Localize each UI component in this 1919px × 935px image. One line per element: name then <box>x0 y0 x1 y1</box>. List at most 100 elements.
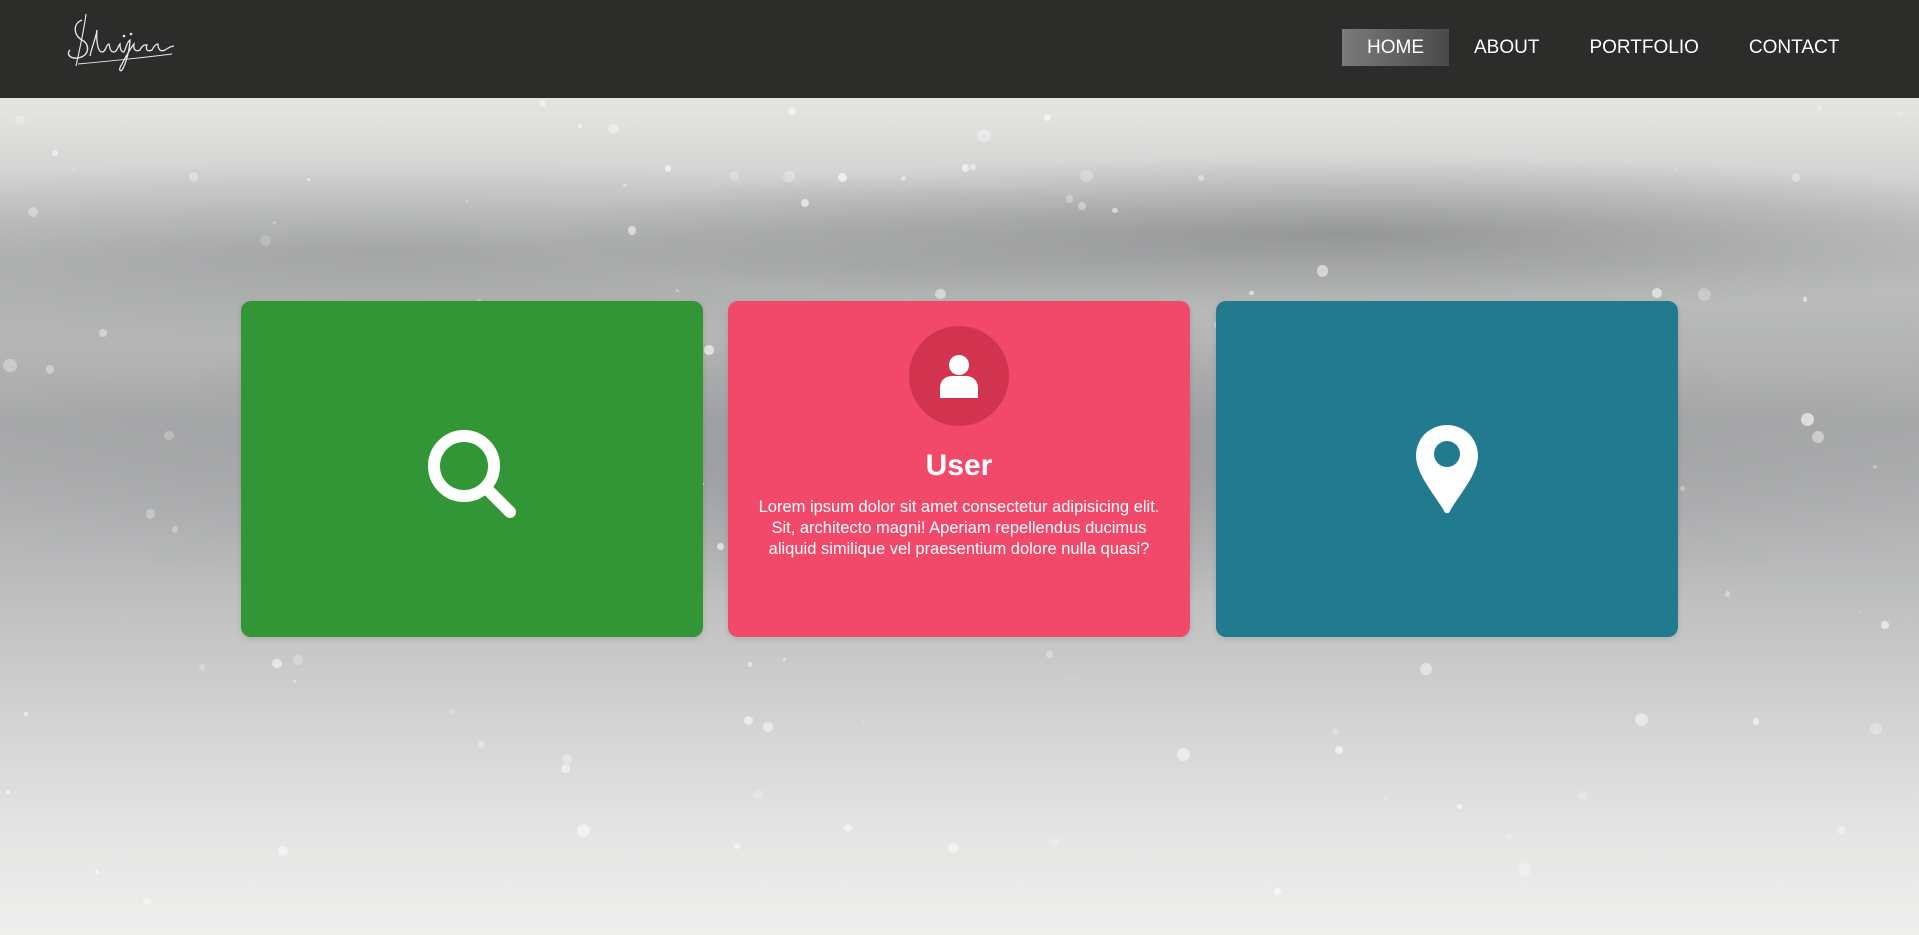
snow-sparkle <box>1051 838 1059 846</box>
snow-sparkle <box>733 842 740 849</box>
snow-sparkle <box>900 175 906 181</box>
snow-sparkle <box>577 124 582 129</box>
snow-sparkle <box>449 709 455 715</box>
snow-sparkle <box>5 790 10 795</box>
snow-sparkle <box>1065 194 1074 203</box>
snow-sparkle <box>1634 712 1648 726</box>
snow-sparkle <box>1870 723 1883 736</box>
snow-sparkle <box>561 764 570 773</box>
snow-sparkle <box>95 870 100 875</box>
snow-sparkle <box>1274 887 1282 896</box>
snow-sparkle <box>171 526 179 533</box>
snow-sparkle <box>477 740 486 749</box>
snow-sparkle <box>1724 591 1731 597</box>
card-description: Lorem ipsum dolor sit amet consectetur a… <box>758 498 1160 558</box>
snow-sparkle <box>977 128 991 143</box>
snow-sparkle <box>1872 465 1877 470</box>
snow-sparkle <box>704 344 714 355</box>
snow-sparkle <box>3 358 17 373</box>
snow-sparkle <box>1837 826 1845 834</box>
snow-sparkle <box>623 183 627 187</box>
snow-sparkle <box>1496 912 1499 916</box>
snow-sparkle <box>1791 173 1801 182</box>
snow-sparkle <box>743 715 754 726</box>
snow-sparkle <box>716 542 724 550</box>
snow-sparkle <box>1112 208 1118 214</box>
snow-sparkle <box>1176 747 1190 761</box>
location-card[interactable] <box>1216 301 1678 637</box>
snow-sparkle <box>1674 167 1677 171</box>
snow-sparkle <box>1249 290 1254 296</box>
snow-sparkle <box>1652 288 1663 299</box>
avatar <box>909 326 1009 426</box>
snow-sparkle <box>1897 111 1903 118</box>
snow-sparkle <box>1679 485 1685 491</box>
snow-sparkle <box>782 170 795 183</box>
script-signature-logo-icon <box>67 13 175 72</box>
card-title: User <box>925 449 993 482</box>
snow-sparkle <box>1697 287 1712 302</box>
snow-sparkle <box>838 173 848 183</box>
snow-sparkle <box>1817 105 1823 111</box>
snow-sparkle <box>71 167 76 172</box>
snow-sparkle <box>292 655 303 665</box>
snow-sparkle <box>259 234 272 247</box>
site-logo[interactable] <box>60 8 180 78</box>
snow-sparkle <box>627 225 637 235</box>
main-nav: HOME ABOUT PORTFOLIO CONTACT <box>1342 29 1864 66</box>
nav-item-contact[interactable]: CONTACT <box>1724 29 1864 66</box>
snow-sparkle <box>1331 727 1339 736</box>
snow-sparkle <box>188 172 199 182</box>
snow-sparkle <box>665 165 672 172</box>
snow-sparkle <box>466 200 469 203</box>
snow-sparkle <box>1419 663 1432 676</box>
snow-sparkle <box>844 883 848 888</box>
snow-sparkle <box>1517 863 1532 877</box>
snow-sparkle <box>1071 678 1074 682</box>
snow-sparkle <box>962 164 970 172</box>
snow-sparkle <box>947 843 958 854</box>
snow-sparkle <box>145 508 156 519</box>
snow-sparkle <box>969 164 976 171</box>
snow-sparkle <box>1812 430 1825 444</box>
snow-sparkle <box>1079 169 1093 183</box>
site-header: HOME ABOUT PORTFOLIO CONTACT <box>0 0 1919 98</box>
snow-sparkle <box>199 663 206 670</box>
nav-item-about[interactable]: ABOUT <box>1449 29 1564 66</box>
snow-sparkle <box>607 123 619 135</box>
snow-sparkle <box>843 823 852 832</box>
snow-sparkle <box>1752 718 1760 725</box>
snow-sparkle <box>52 149 59 156</box>
snow-sparkle <box>539 100 547 107</box>
snow-sparkle <box>1044 113 1052 122</box>
nav-item-home[interactable]: HOME <box>1342 29 1449 66</box>
snow-sparkle <box>1335 745 1344 754</box>
snow-sparkle <box>783 658 786 661</box>
snow-sparkle <box>14 114 25 125</box>
snow-sparkle <box>27 206 39 218</box>
snow-sparkle <box>1507 834 1511 839</box>
snow-sparkle <box>730 171 740 181</box>
search-card[interactable] <box>241 301 703 637</box>
snow-sparkle <box>576 824 591 838</box>
user-card[interactable]: User Lorem ipsum dolor sit amet consecte… <box>728 301 1190 637</box>
snow-sparkle <box>293 679 296 683</box>
nav-item-portfolio[interactable]: PORTFOLIO <box>1564 29 1723 66</box>
snow-sparkle <box>1045 650 1053 658</box>
search-icon <box>428 430 516 518</box>
snow-sparkle <box>98 329 107 338</box>
snow-sparkle <box>1384 797 1388 802</box>
snow-sparkle <box>1880 620 1890 630</box>
snow-sparkle <box>1456 803 1462 810</box>
snow-sparkle <box>1197 175 1204 182</box>
snow-sparkle <box>675 288 679 292</box>
snow-sparkle <box>278 846 288 856</box>
snow-sparkle <box>800 198 810 207</box>
snow-sparkle <box>1859 610 1862 613</box>
snow-sparkle <box>787 106 796 115</box>
snow-sparkle <box>1802 296 1808 302</box>
snow-sparkle <box>1077 201 1087 211</box>
snow-sparkle <box>164 430 174 441</box>
snow-sparkle <box>1801 413 1814 427</box>
snow-sparkle <box>934 288 946 300</box>
